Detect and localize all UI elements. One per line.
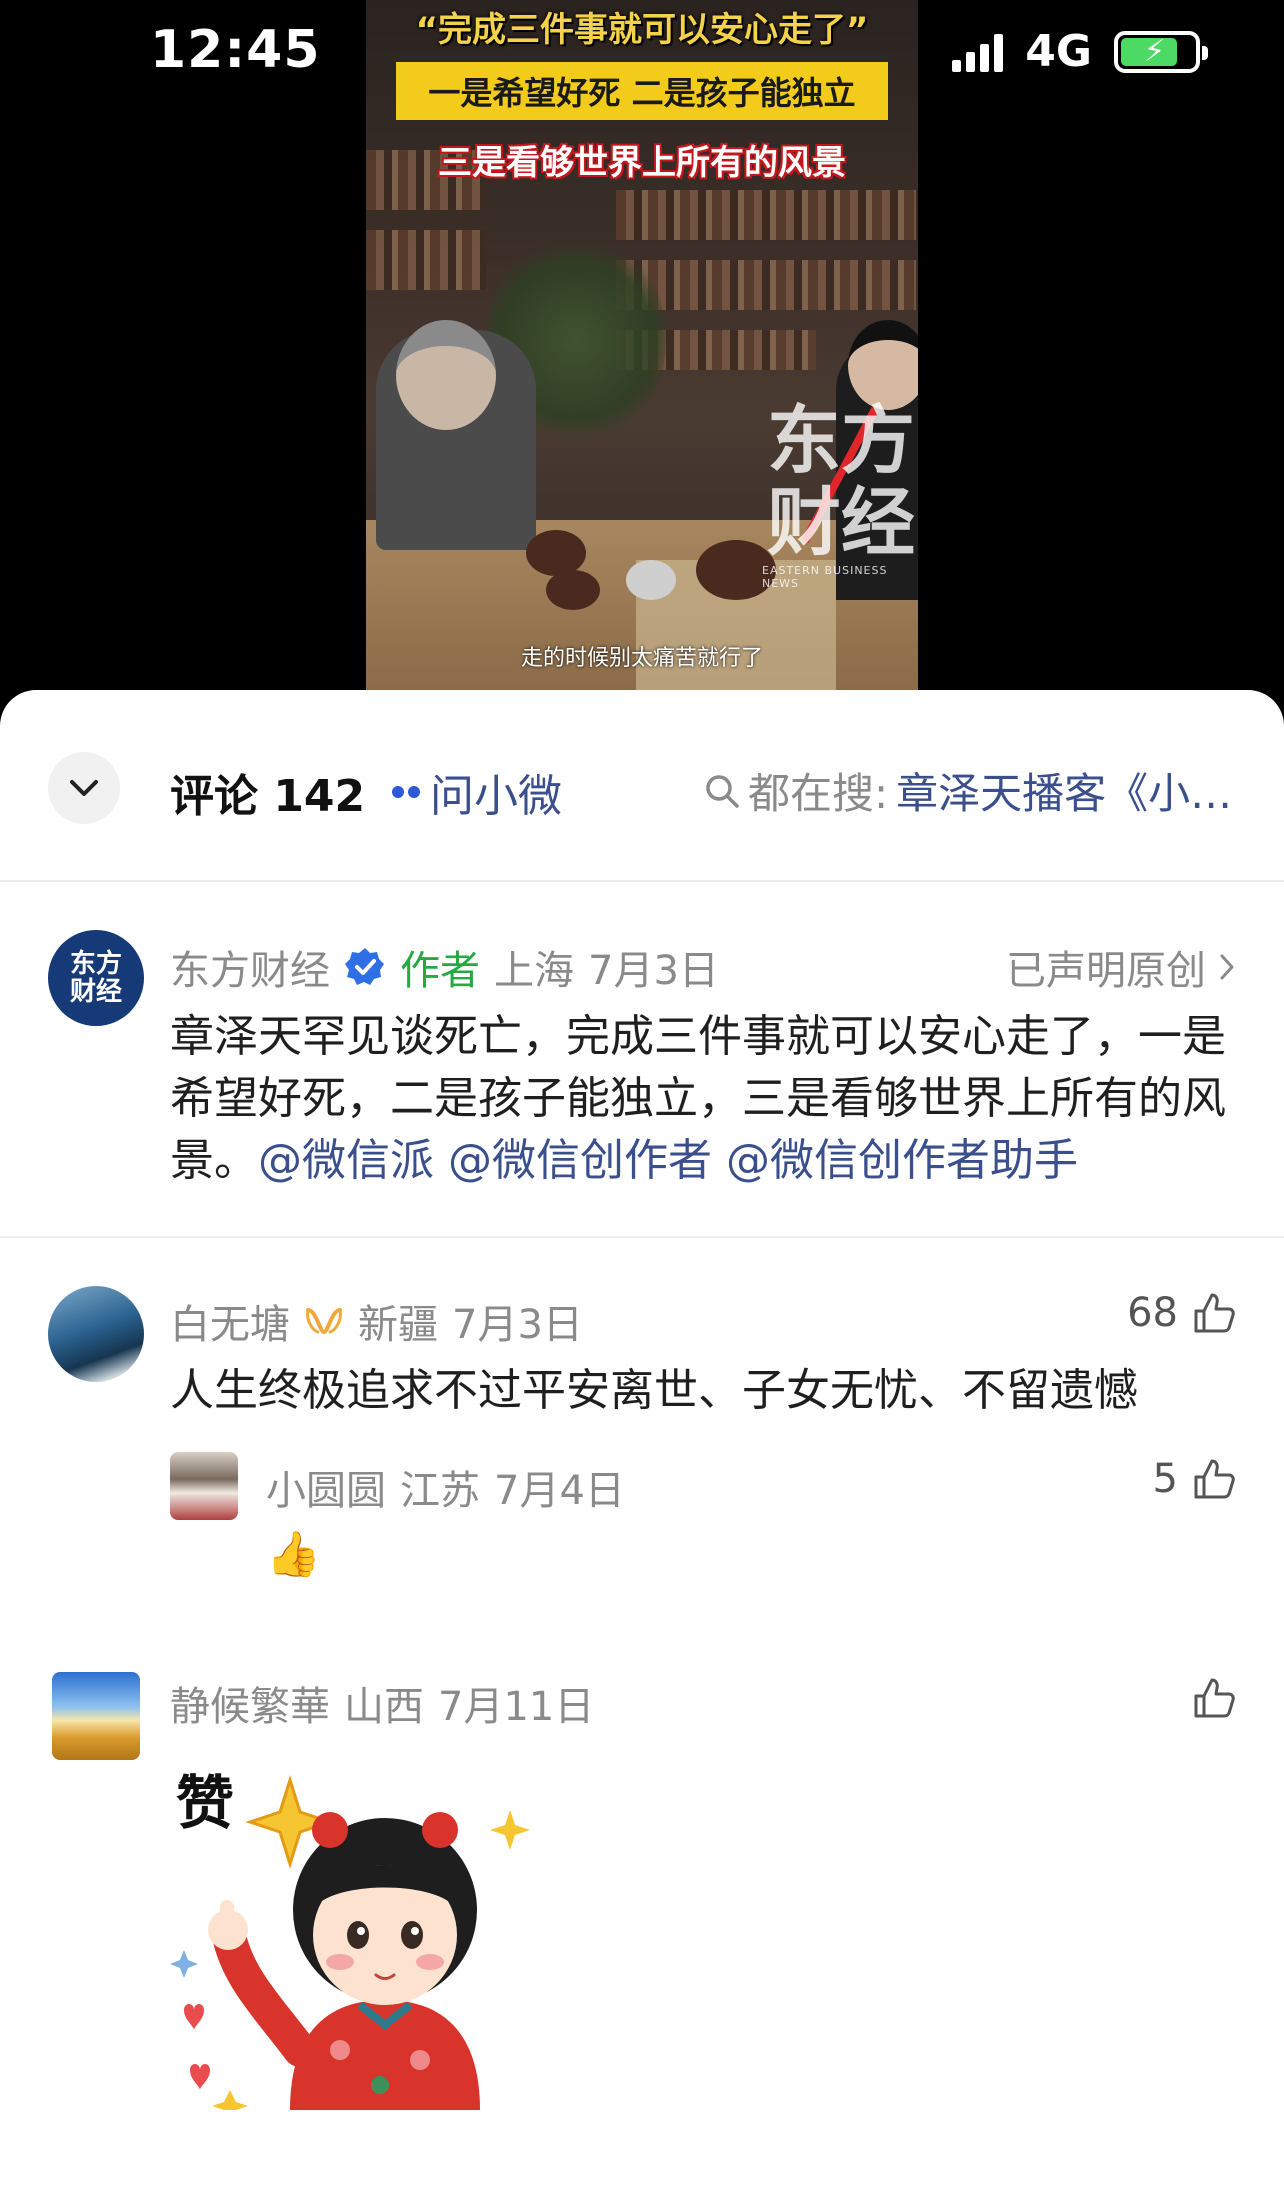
- reply-meta: 小圆圆 江苏 7月4日: [266, 1458, 625, 1516]
- divider: [0, 1236, 1284, 1238]
- author-avatar[interactable]: 东方 财经: [48, 930, 144, 1026]
- like-button[interactable]: 68: [1127, 1290, 1236, 1336]
- like-count: 68: [1127, 1290, 1178, 1336]
- comment-date: 7月3日: [452, 1302, 583, 1348]
- reply-like-button[interactable]: 5: [1153, 1456, 1236, 1502]
- search-label: 都在搜:: [748, 769, 889, 818]
- reply-avatar[interactable]: [170, 1452, 238, 1520]
- reply-user-name[interactable]: 小圆圆: [266, 1458, 386, 1516]
- ask-xiaowei-label: 问小微: [430, 771, 562, 822]
- mention-link[interactable]: @微信派: [258, 1135, 434, 1186]
- ai-dots-icon: [392, 786, 420, 798]
- reply-emoji: 👍: [266, 1529, 321, 1580]
- video-subtitle: 走的时候别太痛苦就行了: [520, 646, 763, 671]
- commenter-name[interactable]: 静候繁華: [170, 1674, 330, 1732]
- mention-link[interactable]: @微信创作者助手: [726, 1135, 1078, 1186]
- video-frame[interactable]: “完成三件事就可以安心走了” 一是希望好死 二是孩子能独立 三是看够世界上所有的…: [366, 0, 918, 690]
- comment-meta: 白无塘 新疆 7月3日: [170, 1292, 583, 1350]
- comment-location: 山西: [344, 1684, 424, 1730]
- reply-date: 7月4日: [494, 1468, 625, 1514]
- author-tag: 作者: [400, 948, 480, 994]
- post-text: 章泽天罕见谈死亡，完成三件事就可以安心走了，一是希望好死，二是孩子能独立，三是看…: [170, 1006, 1240, 1192]
- commenter-name[interactable]: 白无塘: [170, 1292, 290, 1350]
- post-date: 7月3日: [588, 948, 719, 994]
- comment-sheet: 评论 142 问小微 都在搜: 章泽天播客《小… 东方 财经 东方财经 作者 上海…: [0, 690, 1284, 2192]
- reply-like-count: 5: [1152, 1456, 1178, 1502]
- post-location: 上海: [494, 948, 574, 994]
- video-watermark: 东方 财经: [767, 398, 915, 566]
- collapse-button[interactable]: [48, 752, 120, 824]
- thumbs-up-icon: [1194, 1459, 1235, 1499]
- search-term: 章泽天播客《小…: [896, 769, 1233, 818]
- chevron-right-icon: [1220, 954, 1234, 980]
- comment-text: 人生终极追求不过平安离世、子女无忧、不留遗憾: [170, 1365, 1138, 1416]
- status-icons: 4G ⚡: [952, 26, 1208, 77]
- video-watermark-sub: EASTERN BUSINESS NEWS: [762, 564, 888, 590]
- comment-location: 新疆: [358, 1302, 438, 1348]
- commenter-avatar[interactable]: [48, 1286, 144, 1382]
- thumbs-up-icon: [1194, 1293, 1235, 1333]
- network-label: 4G: [1025, 26, 1092, 77]
- reply-location: 江苏: [400, 1468, 480, 1514]
- verified-badge-icon: [345, 948, 384, 985]
- comment-meta: 静候繁華 山西 7月11日: [170, 1674, 594, 1732]
- like-button[interactable]: [1192, 1676, 1236, 1720]
- mention-link[interactable]: @微信创作者: [448, 1135, 712, 1186]
- post-meta: 东方财经 作者 上海 7月3日: [170, 938, 719, 996]
- author-name[interactable]: 东方财经: [170, 938, 330, 996]
- thumbs-up-icon: [1194, 1678, 1235, 1718]
- status-time: 12:45: [150, 20, 321, 80]
- comment-date: 7月11日: [438, 1684, 595, 1730]
- original-label: 已声明原创: [1006, 948, 1206, 994]
- vip-badge-icon: [306, 1308, 342, 1335]
- video-area[interactable]: “完成三件事就可以安心走了” 一是希望好死 二是孩子能独立 三是看够世界上所有的…: [0, 0, 1284, 700]
- battery-icon: ⚡: [1114, 30, 1208, 73]
- signal-icon: [952, 32, 1004, 72]
- comments-count-title: 评论 142: [170, 771, 366, 822]
- trending-search-link[interactable]: 都在搜: 章泽天播客《小…: [704, 760, 1244, 821]
- video-caption-line1: “完成三件事就可以安心走了”: [415, 10, 869, 50]
- original-declaration-link[interactable]: 已声明原创: [1006, 938, 1236, 996]
- video-caption-line2: 一是希望好死 二是孩子能独立: [396, 62, 888, 120]
- video-caption-line3: 三是看够世界上所有的风景: [438, 143, 846, 183]
- commenter-avatar[interactable]: [52, 1672, 140, 1760]
- search-icon: [706, 774, 739, 808]
- chevron-down-icon: [70, 780, 98, 796]
- ask-xiaowei-link[interactable]: 问小微: [392, 760, 562, 824]
- sheet-header: 评论 142 问小微 都在搜: 章泽天播客《小…: [0, 690, 1284, 882]
- sticker-text: 赞: [176, 1769, 235, 1837]
- sticker-image[interactable]: 赞: [170, 1750, 540, 2122]
